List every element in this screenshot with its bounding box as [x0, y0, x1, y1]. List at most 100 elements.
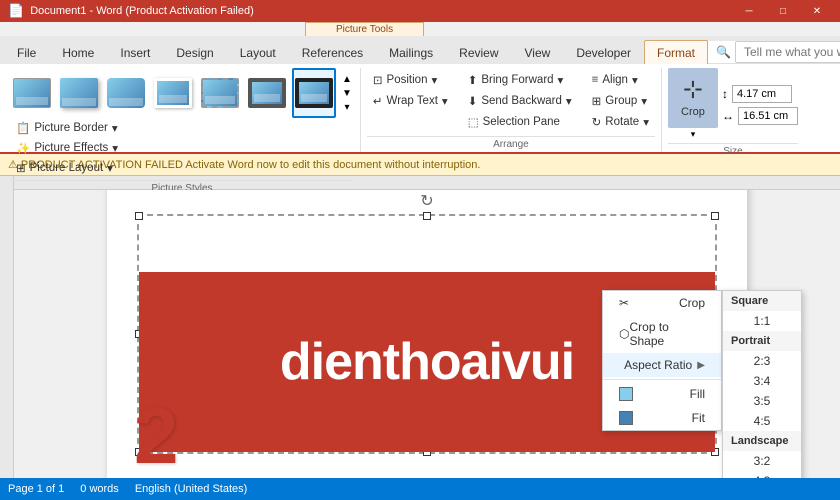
- height-icon: ↕: [722, 87, 728, 101]
- picture-style-2[interactable]: [57, 68, 101, 118]
- ribbon-group-picture-styles: ▲ ▼ ▾ 📋 Picture Border ▾ ✨ Picture Effec…: [4, 68, 361, 152]
- crop-menu-icon: ✂: [619, 296, 629, 310]
- dropdown-arrow: ▾: [112, 121, 118, 135]
- position-btn[interactable]: ⊡ Position ▾: [367, 70, 454, 90]
- crop-dropdown-arrow[interactable]: ▾: [690, 128, 697, 141]
- square-header: Square: [723, 291, 801, 311]
- tab-layout[interactable]: Layout: [227, 40, 289, 64]
- dropdown-arrow: ▾: [112, 141, 118, 155]
- layout-icon: ⊞: [16, 161, 26, 175]
- main-content: ↻ d: [14, 190, 840, 478]
- tab-references[interactable]: References: [289, 40, 376, 64]
- picture-style-1[interactable]: [10, 68, 54, 118]
- selection-pane-btn[interactable]: ⬚ Selection Pane: [462, 112, 578, 132]
- effects-icon: ✨: [16, 141, 30, 155]
- image-text: dienthoaivui: [280, 332, 574, 392]
- word-count: 0 words: [80, 483, 119, 495]
- picture-style-6[interactable]: [245, 68, 289, 118]
- rotate-icon: ↻: [592, 115, 602, 129]
- picture-style-4[interactable]: [151, 68, 195, 118]
- menu-item-aspect-ratio[interactable]: Aspect Ratio ▶: [603, 353, 721, 377]
- aspect-item-4-3[interactable]: 4:3: [723, 471, 801, 478]
- menu-item-fit[interactable]: Fit: [603, 406, 721, 430]
- number-2: 2: [134, 390, 179, 478]
- picture-effects-btn[interactable]: ✨ Picture Effects ▾: [10, 138, 124, 158]
- tab-file[interactable]: File: [4, 40, 49, 64]
- picture-layout-btn[interactable]: ⊞ Picture Layout ▾: [10, 158, 119, 178]
- styles-more[interactable]: ▾: [340, 101, 354, 114]
- aspect-item-3-4[interactable]: 3:4: [723, 371, 801, 391]
- picture-style-7-selected[interactable]: [292, 68, 336, 118]
- styles-scroll-up[interactable]: ▲: [340, 73, 354, 86]
- group-icon: ⊞: [592, 94, 602, 108]
- width-input[interactable]: [738, 107, 798, 125]
- picture-tools-label: Picture Tools: [305, 22, 424, 36]
- landscape-header: Landscape: [723, 431, 801, 451]
- tab-view[interactable]: View: [512, 40, 564, 64]
- rotate-btn[interactable]: ↻ Rotate ▾: [586, 112, 655, 132]
- styles-scroll-down[interactable]: ▼: [340, 87, 354, 100]
- selection-icon: ⬚: [468, 115, 479, 129]
- page-info: Page 1 of 1: [8, 483, 64, 495]
- menu-item-crop[interactable]: ✂ Crop: [603, 291, 721, 315]
- aspect-item-3-2[interactable]: 3:2: [723, 451, 801, 471]
- group-btn[interactable]: ⊞ Group ▾: [586, 91, 655, 111]
- submenu-arrow: ▶: [697, 360, 705, 371]
- maximize-button[interactable]: □: [768, 0, 798, 22]
- title-bar: 📄 Document1 - Word (Product Activation F…: [0, 0, 840, 22]
- bring-forward-btn[interactable]: ⬆ Bring Forward ▾: [462, 70, 578, 90]
- crop-dropdown-menu: ✂ Crop ⬡ Crop to Shape Aspect Ratio ▶: [602, 290, 722, 431]
- aspect-item-2-3[interactable]: 2:3: [723, 351, 801, 371]
- menu-item-crop-to-shape[interactable]: ⬡ Crop to Shape: [603, 315, 721, 353]
- ribbon: ▲ ▼ ▾ 📋 Picture Border ▾ ✨ Picture Effec…: [0, 64, 840, 154]
- ribbon-group-arrange: ⊡ Position ▾ ↵ Wrap Text ▾ ⬆: [361, 68, 662, 152]
- send-backward-btn[interactable]: ⬇ Send Backward ▾: [462, 91, 578, 111]
- wrap-text-btn[interactable]: ↵ Wrap Text ▾: [367, 91, 454, 111]
- crop-button[interactable]: ⊹ Crop: [668, 68, 718, 128]
- tab-home[interactable]: Home: [49, 40, 107, 64]
- height-input[interactable]: [732, 85, 792, 103]
- handle-top-left[interactable]: [135, 212, 143, 220]
- tab-design[interactable]: Design: [163, 40, 226, 64]
- content-row: ↻ d: [0, 176, 840, 478]
- left-ruler: [0, 176, 14, 478]
- tab-mailings[interactable]: Mailings: [376, 40, 446, 64]
- handle-top-center[interactable]: [423, 212, 431, 220]
- search-bar[interactable]: 🔍: [708, 41, 840, 64]
- menu-separator: [603, 379, 721, 380]
- fit-icon: [619, 411, 633, 425]
- status-bar: Page 1 of 1 0 words English (United Stat…: [0, 478, 840, 500]
- wrap-icon: ↵: [373, 94, 383, 108]
- width-icon: ↔: [722, 109, 734, 123]
- forward-icon: ⬆: [468, 73, 478, 87]
- title-text: Document1 - Word (Product Activation Fai…: [30, 5, 254, 17]
- align-btn[interactable]: ≡ Align ▾: [586, 70, 655, 90]
- shape-icon: ⬡: [619, 327, 629, 341]
- language: English (United States): [135, 483, 248, 495]
- tabs-row: File Home Insert Design Layout Reference…: [0, 36, 840, 64]
- handle-top-right[interactable]: [711, 212, 719, 220]
- rotate-handle[interactable]: ↻: [420, 191, 433, 211]
- crop-icon: ⊹: [683, 78, 703, 102]
- align-icon: ≡: [592, 74, 599, 86]
- tab-insert[interactable]: Insert: [107, 40, 163, 64]
- menu-item-fill[interactable]: Fill: [603, 382, 721, 406]
- app-wrapper: 📄 Document1 - Word (Product Activation F…: [0, 0, 840, 500]
- aspect-item-3-5[interactable]: 3:5: [723, 391, 801, 411]
- search-input[interactable]: [735, 41, 840, 63]
- tab-review[interactable]: Review: [446, 40, 511, 64]
- picture-style-5[interactable]: [198, 68, 242, 118]
- aspect-item-4-5[interactable]: 4:5: [723, 411, 801, 431]
- backward-icon: ⬇: [468, 94, 478, 108]
- close-button[interactable]: ✕: [802, 0, 832, 22]
- aspect-item-1-1[interactable]: 1:1: [723, 311, 801, 331]
- tab-format[interactable]: Format: [644, 40, 708, 64]
- arrange-label: Arrange: [367, 136, 655, 152]
- tab-developer[interactable]: Developer: [563, 40, 644, 64]
- picture-border-btn[interactable]: 📋 Picture Border ▾: [10, 118, 124, 138]
- fill-icon: [619, 387, 633, 401]
- portrait-header: Portrait: [723, 331, 801, 351]
- picture-style-3[interactable]: [104, 68, 148, 118]
- minimize-button[interactable]: ─: [734, 0, 764, 22]
- center-content: ↻ d: [14, 176, 840, 478]
